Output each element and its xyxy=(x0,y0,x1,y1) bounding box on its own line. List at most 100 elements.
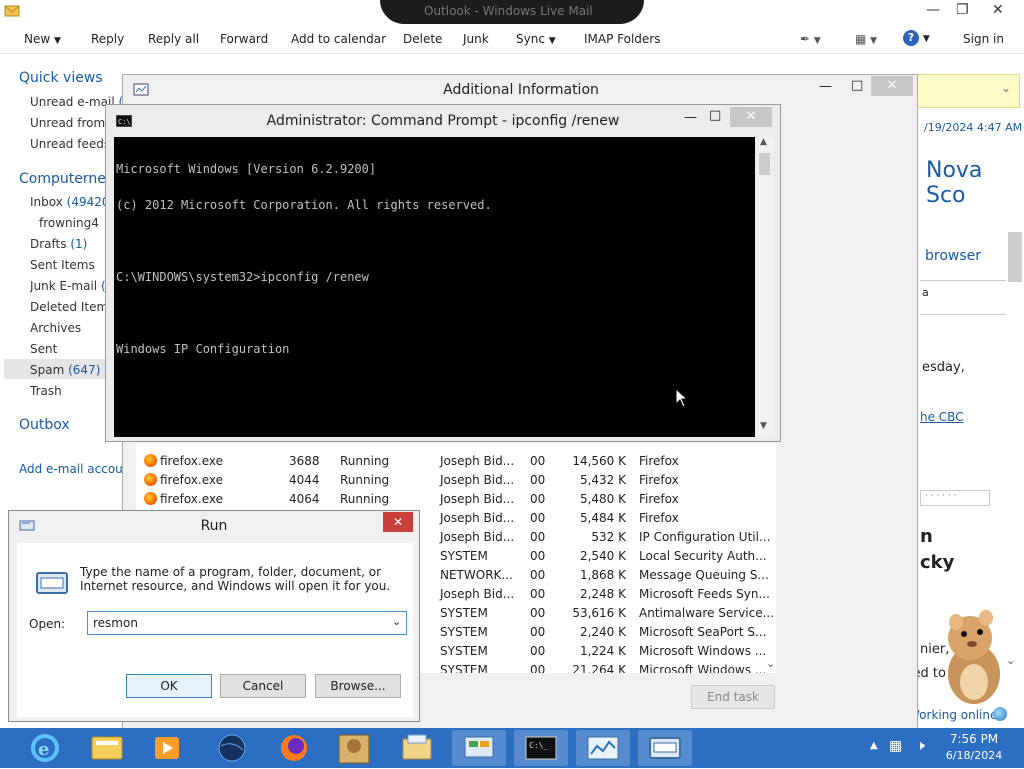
cell-user: SYSTEM xyxy=(440,549,488,563)
run-description: Type the name of a program, folder, docu… xyxy=(80,565,391,593)
cell-cpu: 00 xyxy=(530,587,546,601)
cell-mem: 53,616 K xyxy=(572,606,626,620)
sync-label: Sync xyxy=(516,32,545,46)
console-line: (c) 2012 Microsoft Corporation. All righ… xyxy=(116,198,492,212)
open-input-value[interactable]: resmon xyxy=(93,616,138,630)
reply-button[interactable]: Reply xyxy=(91,32,124,46)
cell-user: NETWORK... xyxy=(440,568,513,582)
cmd-icon[interactable]: C:\_ xyxy=(514,730,568,766)
sync-button[interactable]: Sync ▼ xyxy=(516,32,556,46)
explorer-icon[interactable] xyxy=(80,730,134,766)
forward-button[interactable]: Forward xyxy=(220,32,268,46)
quick-views-header[interactable]: Quick views xyxy=(19,70,103,86)
close-button[interactable]: ✕ xyxy=(871,76,913,96)
chevron-down-icon[interactable]: ⌄ xyxy=(1001,81,1011,95)
mail-titlebar: Outlook - Windows Live Mail — ❐ ✕ xyxy=(0,0,1024,24)
ie-icon[interactable]: e xyxy=(18,730,72,766)
ok-button[interactable]: OK xyxy=(126,674,212,698)
end-task-button[interactable]: End task xyxy=(691,685,775,709)
folder-sent[interactable]: Sent xyxy=(30,342,57,356)
add-email-account-link[interactable]: Add e-mail account xyxy=(19,462,135,476)
folder-trash[interactable]: Trash xyxy=(30,384,62,398)
divider xyxy=(920,314,1006,315)
outbox-header[interactable]: Outbox xyxy=(19,417,70,433)
cancel-button[interactable]: Cancel xyxy=(220,674,306,698)
delete-button[interactable]: Delete xyxy=(403,32,442,46)
cell-cpu: 00 xyxy=(530,625,546,639)
chevron-down-icon[interactable]: ⌄ xyxy=(392,615,401,628)
minimize-icon[interactable]: — xyxy=(926,2,940,18)
run-icon[interactable] xyxy=(638,730,692,766)
box-icon[interactable] xyxy=(327,730,381,766)
table-row[interactable]: firefox.exe 4044 Running Joseph Bid... 00 5,4… xyxy=(136,471,766,490)
folder-spam[interactable]: Spam (647) xyxy=(30,363,100,377)
table-row[interactable]: firefox.exe 3688 Running Joseph Bid... 00 14,… xyxy=(136,452,766,471)
browse-button[interactable]: Browse... xyxy=(315,674,401,698)
clock-date[interactable]: 6/18/2024 xyxy=(944,749,1004,762)
cell-user: Joseph Bid... xyxy=(440,473,515,487)
reading-scrollbar-thumb[interactable] xyxy=(1008,232,1022,282)
additional-information-title: Additional Information xyxy=(443,82,599,98)
bold-heading-1: n xyxy=(920,526,933,547)
pen-icon[interactable]: ✒ ▼ xyxy=(800,32,821,46)
cell-cpu: 00 xyxy=(530,492,546,506)
network-icon[interactable]: ▦ xyxy=(889,738,902,754)
scroll-down-icon[interactable]: ▼ xyxy=(760,421,767,431)
resource-monitor-icon[interactable] xyxy=(576,730,630,766)
cell-mem: 2,540 K xyxy=(579,549,626,563)
view-icon[interactable]: ▦ ▼ xyxy=(855,32,877,46)
folder-icon[interactable] xyxy=(390,730,444,766)
run-titlebar: Run ✕ xyxy=(9,511,419,541)
help-icon[interactable]: ? ▼ xyxy=(903,30,930,46)
folder-deleted-items[interactable]: Deleted Items xyxy=(30,300,114,314)
cmd-console[interactable]: Microsoft Windows [Version 6.2.9200] (c)… xyxy=(114,137,755,437)
sign-in-button[interactable]: Sign in xyxy=(963,32,1004,46)
cell-cpu: 00 xyxy=(530,568,546,582)
reply-all-button[interactable]: Reply all xyxy=(148,32,199,46)
close-button[interactable]: ✕ xyxy=(383,512,413,532)
media-player-icon[interactable] xyxy=(140,730,194,766)
scrollbar-thumb[interactable] xyxy=(759,153,770,175)
minimize-icon[interactable]: — xyxy=(819,79,832,94)
folder-drafts[interactable]: Drafts (1) xyxy=(30,237,87,251)
globe-icon[interactable] xyxy=(205,730,259,766)
close-button[interactable]: ✕ xyxy=(730,107,772,127)
account-header[interactable]: Computernew xyxy=(19,171,117,187)
add-to-calendar-button[interactable]: Add to calendar xyxy=(291,32,386,46)
snippet-text: a xyxy=(922,286,929,299)
junk-button[interactable]: Junk xyxy=(463,32,489,46)
open-combobox[interactable]: resmon ⌄ xyxy=(87,611,407,635)
maximize-icon[interactable]: □ xyxy=(709,108,721,123)
show-hidden-icons-icon[interactable]: ▲ xyxy=(870,740,878,751)
cbc-link[interactable]: he CBC xyxy=(920,410,964,424)
maximize-icon[interactable]: □ xyxy=(851,78,863,93)
imap-folders-button[interactable]: IMAP Folders xyxy=(584,32,661,46)
cell-user: Joseph Bid... xyxy=(440,530,515,544)
close-icon[interactable]: ✕ xyxy=(992,2,1004,18)
scroll-down-icon[interactable]: ⌄ xyxy=(766,657,775,670)
maximize-icon[interactable]: ❐ xyxy=(956,2,969,18)
volume-icon[interactable]: 🕨 xyxy=(916,738,925,754)
scroll-up-icon[interactable]: ▲ xyxy=(760,137,767,147)
new-button[interactable]: New ▼ xyxy=(24,32,61,46)
clock-time[interactable]: 7:56 PM xyxy=(944,732,1004,746)
cell-user: Joseph Bid... xyxy=(440,492,515,506)
browser-link[interactable]: browser xyxy=(925,248,981,264)
folder-frowning4[interactable]: frowning4 xyxy=(39,216,99,230)
cell-cpu: 00 xyxy=(530,644,546,658)
cmd-scrollbar[interactable]: ▲ ▼ xyxy=(756,137,773,437)
firefox-icon[interactable] xyxy=(267,730,321,766)
cell-cpu: 00 xyxy=(530,663,546,673)
folder-archives[interactable]: Archives xyxy=(30,321,81,335)
cell-cpu: 00 xyxy=(530,530,546,544)
control-panel-icon[interactable] xyxy=(452,730,506,766)
bold-heading-2: cky xyxy=(920,552,955,573)
table-row[interactable]: firefox.exe 4064 Running Joseph Bid... 00 5,4… xyxy=(136,490,766,509)
minimize-icon[interactable]: — xyxy=(684,110,697,125)
console-line: Windows IP Configuration xyxy=(116,342,290,356)
folder-sent-items[interactable]: Sent Items xyxy=(30,258,95,272)
firefox-icon xyxy=(144,473,157,486)
cell-mem: 5,480 K xyxy=(579,492,626,506)
cell-name: firefox.exe xyxy=(160,492,224,506)
